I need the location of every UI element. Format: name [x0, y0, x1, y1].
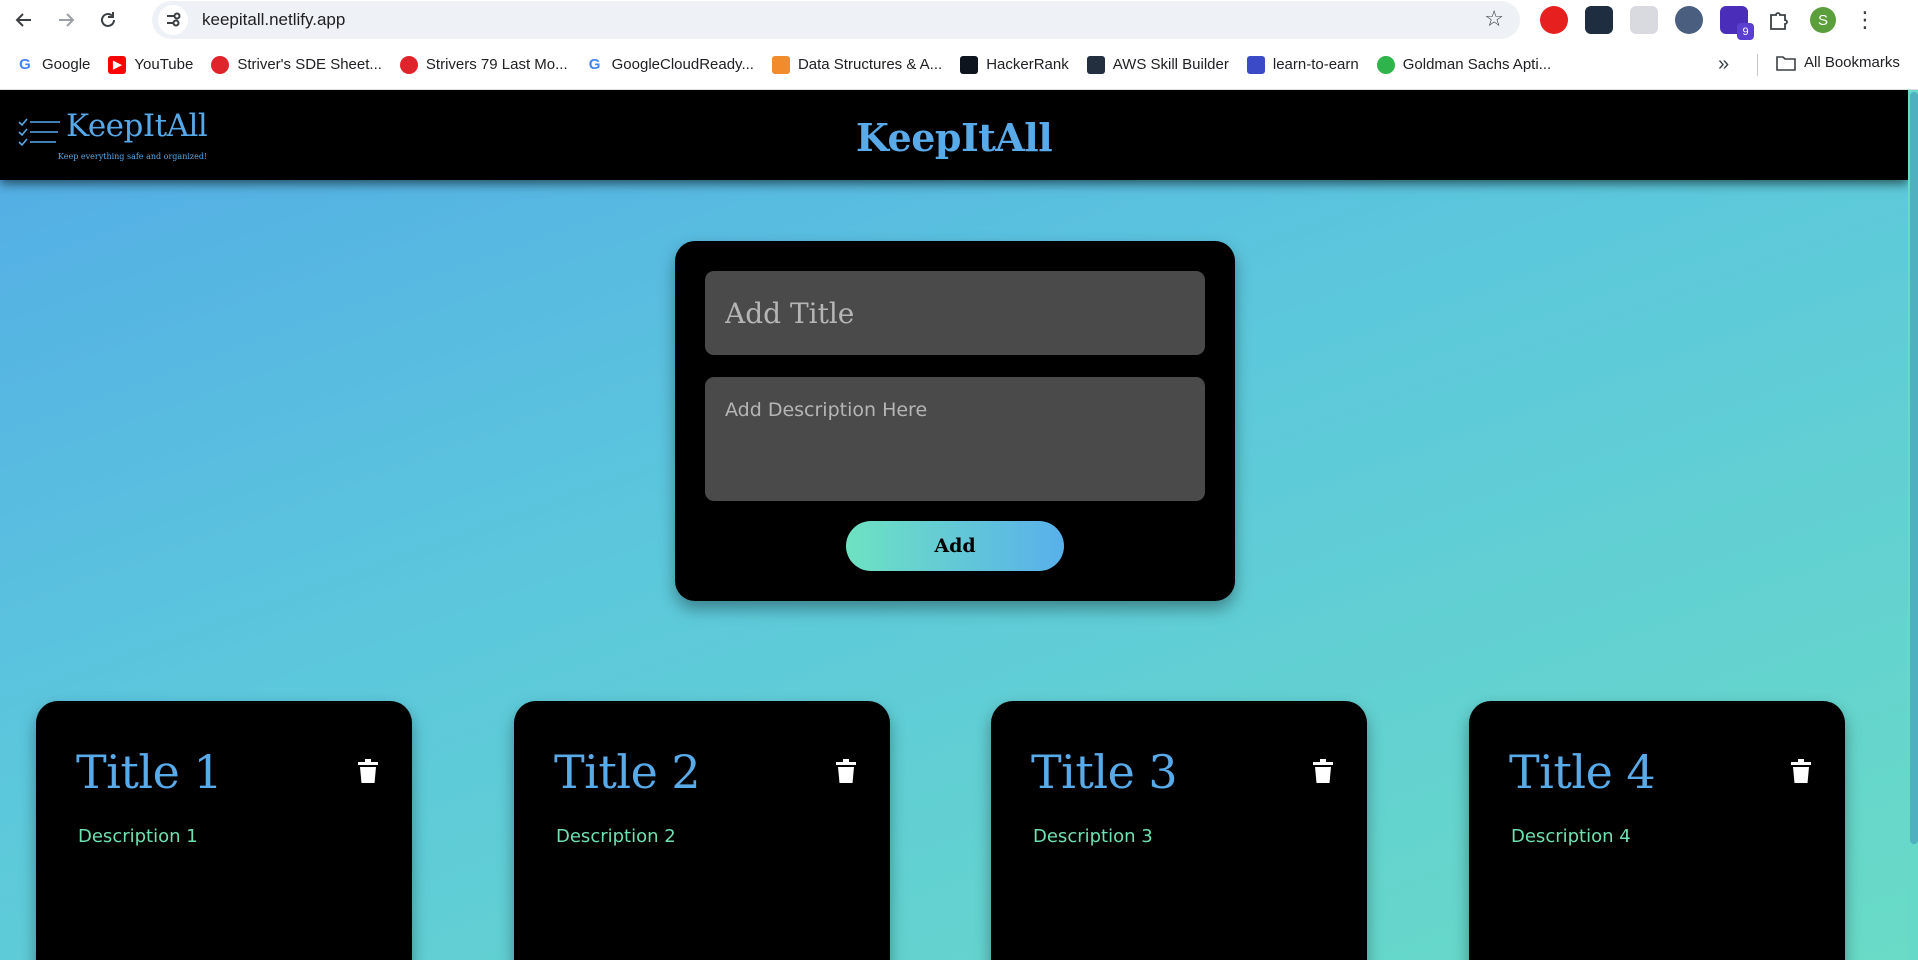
- forward-arrow-icon: [59, 13, 75, 27]
- note-description: Description 2: [556, 826, 676, 847]
- folder-icon: [1776, 55, 1796, 71]
- page-title: KeepItAll: [855, 115, 1053, 160]
- react-devtools-icon[interactable]: [1585, 6, 1613, 34]
- bookmark-item[interactable]: learn-to-earn: [1246, 55, 1359, 74]
- note-title: Title 1: [76, 745, 223, 799]
- back-button[interactable]: [6, 2, 42, 38]
- bookmarks-divider: [1757, 54, 1758, 76]
- note-description: Description 1: [78, 826, 198, 847]
- all-bookmarks-button[interactable]: All Bookmarks: [1776, 54, 1900, 71]
- bookmark-star-icon[interactable]: ☆: [1484, 7, 1504, 32]
- address-bar[interactable]: keepitall.netlify.app ☆: [152, 1, 1520, 39]
- bookmark-label: Google: [42, 56, 91, 73]
- bookmark-item[interactable]: Striver's SDE Sheet...: [211, 55, 382, 74]
- site-info-icon[interactable]: [158, 5, 188, 35]
- google-icon: G: [585, 55, 604, 74]
- bookmark-item[interactable]: HackerRank: [960, 55, 1069, 74]
- bookmark-label: Goldman Sachs Apti...: [1402, 56, 1552, 73]
- reload-button[interactable]: [90, 2, 126, 38]
- bookmark-item[interactable]: G Google: [16, 55, 91, 74]
- page-content: KeepItAll Keep everything safe and organ…: [0, 90, 1908, 960]
- note-title: Title 4: [1509, 745, 1656, 799]
- aws-icon: [1086, 55, 1105, 74]
- title-input[interactable]: [705, 271, 1205, 355]
- note-card: Title 1 Description 1: [36, 701, 412, 960]
- app-header: KeepItAll Keep everything safe and organ…: [0, 90, 1908, 180]
- extension-badge: 9: [1737, 23, 1754, 40]
- bookmarks-bar: G Google ▶ YouTube Striver's SDE Sheet... Str…: [0, 40, 1918, 90]
- tuf-icon: [211, 55, 230, 74]
- adblock-extension-icon[interactable]: [1540, 6, 1568, 34]
- add-button[interactable]: Add: [846, 521, 1064, 571]
- bookmark-label: GoogleCloudReady...: [611, 56, 754, 73]
- forward-button[interactable]: [48, 2, 84, 38]
- cursor-extension-icon[interactable]: [1675, 6, 1703, 34]
- note-card: Title 2 Description 2: [514, 701, 890, 960]
- note-description: Description 3: [1033, 826, 1153, 847]
- all-bookmarks-label: All Bookmarks: [1804, 54, 1900, 71]
- reload-icon: [101, 12, 115, 27]
- triangle-extension-icon[interactable]: [1630, 6, 1658, 34]
- bookmark-item[interactable]: AWS Skill Builder: [1086, 55, 1229, 74]
- trash-icon[interactable]: [358, 759, 378, 783]
- browser-toolbar: keepitall.netlify.app ☆ 9 S ⋮: [0, 0, 1918, 40]
- note-title: Title 3: [1031, 745, 1178, 799]
- bookmark-item[interactable]: ▶ YouTube: [108, 55, 194, 74]
- bookmark-label: Data Structures & A...: [797, 56, 943, 73]
- bookmark-label: HackerRank: [986, 56, 1069, 73]
- puzzle-extensions-icon[interactable]: [1765, 6, 1793, 34]
- learn-icon: [1246, 55, 1265, 74]
- bookmark-label: Striver's SDE Sheet...: [237, 56, 382, 73]
- trash-icon[interactable]: [1791, 759, 1811, 783]
- add-note-form: Add: [675, 241, 1235, 601]
- url-text: keepitall.netlify.app: [202, 10, 346, 29]
- bookmark-label: YouTube: [134, 56, 194, 73]
- bookmark-label: Strivers 79 Last Mo...: [425, 56, 568, 73]
- note-card: Title 4 Description 4: [1469, 701, 1845, 960]
- note-description: Description 4: [1511, 826, 1631, 847]
- hirepro-icon: [1376, 55, 1395, 74]
- google-icon: G: [16, 55, 34, 74]
- note-title: Title 2: [554, 745, 701, 799]
- bookmark-label: AWS Skill Builder: [1112, 56, 1229, 73]
- youtube-icon: ▶: [108, 55, 127, 74]
- scrollbar-thumb[interactable]: [1910, 92, 1918, 844]
- bookmark-item[interactable]: Data Structures & A...: [771, 55, 943, 74]
- bookmark-item[interactable]: G GoogleCloudReady...: [585, 55, 754, 74]
- note-card: Title 3 Description 3: [991, 701, 1367, 960]
- geeks-icon: [771, 55, 790, 74]
- bookmark-item[interactable]: Goldman Sachs Apti...: [1376, 55, 1552, 74]
- bookmark-label: learn-to-earn: [1272, 56, 1359, 73]
- hackerrank-icon: [960, 55, 979, 74]
- profile-avatar[interactable]: S: [1810, 7, 1836, 33]
- trash-icon[interactable]: [1313, 759, 1333, 783]
- back-arrow-icon: [15, 13, 31, 27]
- more-bookmarks-chevron-icon[interactable]: »: [1718, 53, 1729, 76]
- hat-extension-icon[interactable]: 9: [1720, 6, 1754, 40]
- description-input[interactable]: [705, 377, 1205, 501]
- trash-icon[interactable]: [836, 759, 856, 783]
- browser-menu-icon[interactable]: ⋮: [1854, 8, 1876, 33]
- tuf-icon: [399, 55, 418, 74]
- extensions-row: 9 S ⋮: [1540, 4, 1876, 40]
- bookmark-item[interactable]: Strivers 79 Last Mo...: [399, 55, 568, 74]
